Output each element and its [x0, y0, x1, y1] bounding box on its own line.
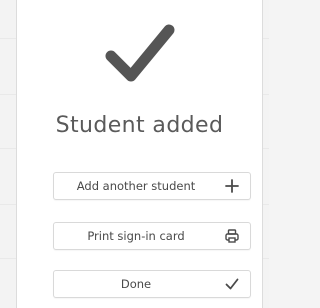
add-another-student-button[interactable]: Add another student	[53, 172, 251, 200]
print-sign-in-card-button[interactable]: Print sign-in card	[53, 222, 251, 250]
plus-icon	[225, 179, 239, 193]
print-sign-in-card-label: Print sign-in card	[87, 229, 185, 243]
large-checkmark-icon	[105, 24, 175, 82]
checkmark-icon	[225, 278, 239, 290]
student-added-dialog: Student added Add another student Print …	[16, 0, 263, 308]
done-button[interactable]: Done	[53, 270, 251, 298]
done-label: Done	[120, 277, 152, 291]
add-another-student-label: Add another student	[76, 179, 196, 193]
dialog-title: Student added	[55, 113, 224, 138]
printer-icon	[225, 229, 239, 243]
